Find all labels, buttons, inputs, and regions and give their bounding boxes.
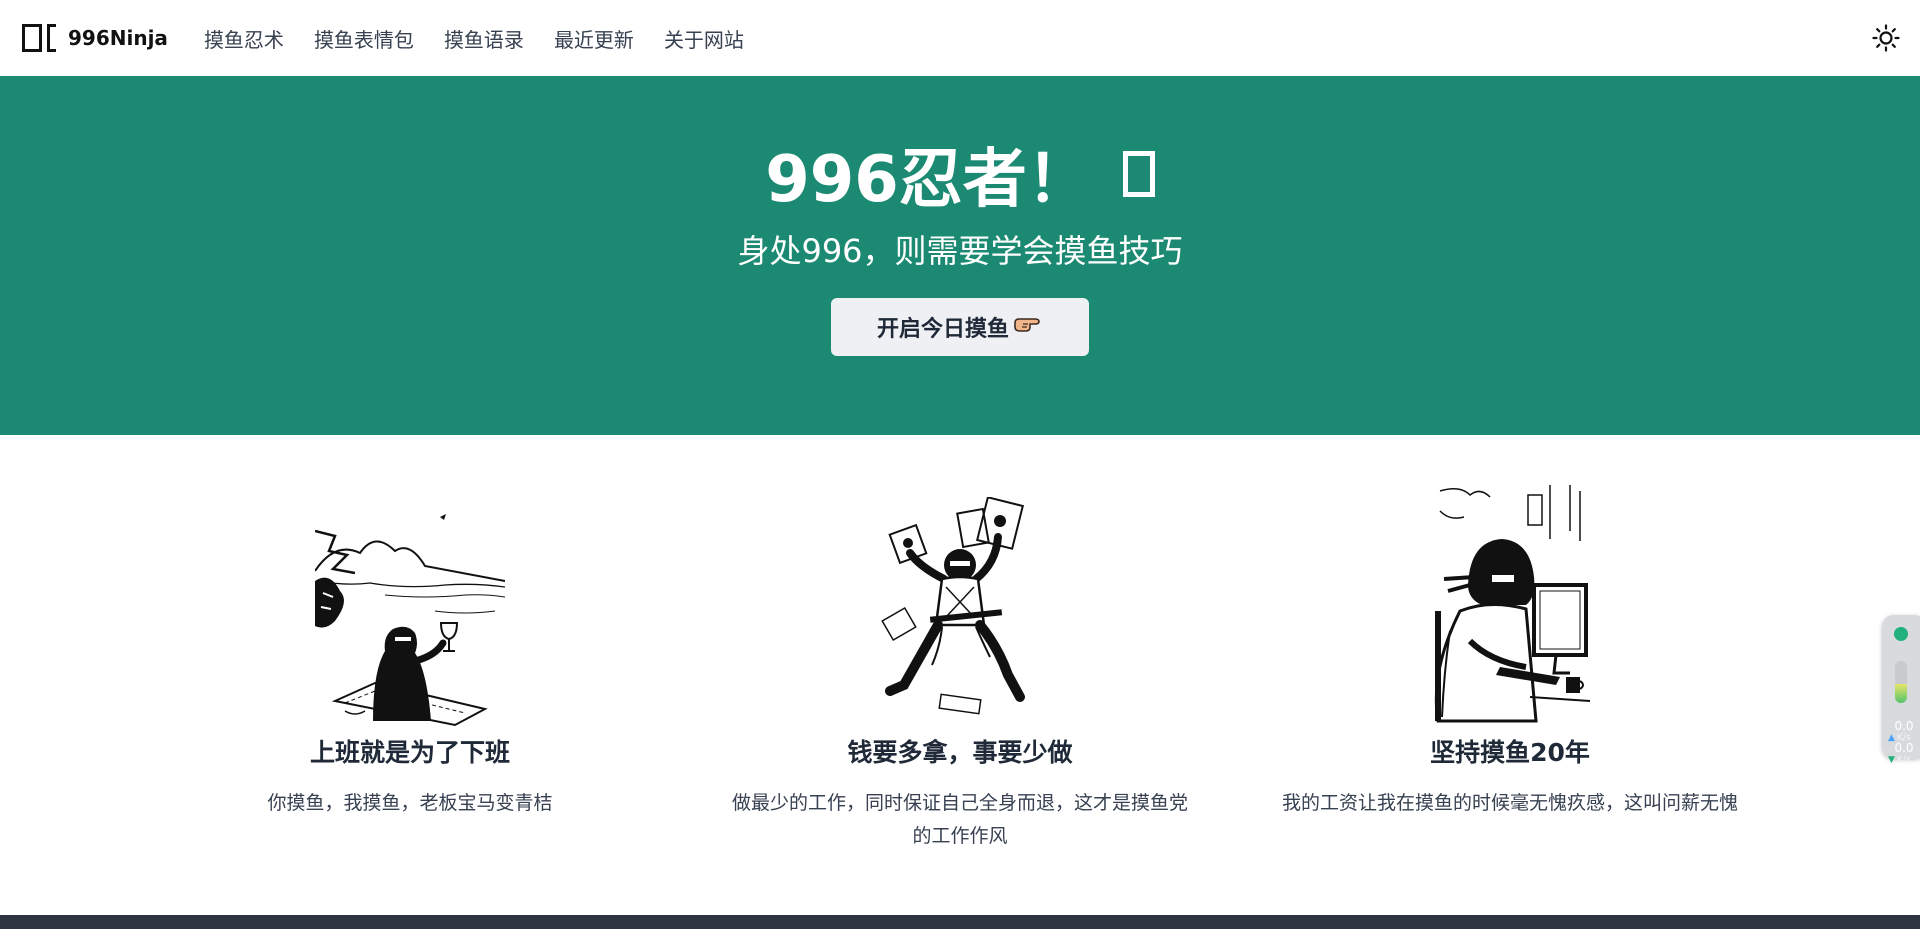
memory-usage-bar (1895, 661, 1907, 703)
top-navbar: 996Ninja 摸鱼忍术 摸鱼表情包 摸鱼语录 最近更新 关于网站 (0, 0, 1920, 76)
hero-title: 996忍者！ (0, 128, 1920, 220)
ninja-money-illustration (880, 496, 1040, 731)
download-arrow-icon: ▼ (1888, 755, 1895, 765)
status-dot-icon (1894, 627, 1908, 641)
theme-toggle-button[interactable] (1870, 22, 1902, 54)
feature-title: 坚持摸鱼20年 (1430, 738, 1590, 767)
memory-usage-fill (1895, 684, 1907, 703)
features-section: 上班就是为了下班 你摸鱼，我摸鱼，老板宝马变青桔 钱要多拿，事要少做 做最少的工… (0, 435, 1920, 915)
nav-link-memes[interactable]: 摸鱼表情包 (314, 24, 414, 53)
download-speed-unit: ▼ K/s (1888, 755, 1920, 765)
download-unit-label: K/s (1896, 755, 1911, 765)
hero-section: 996忍者！ 身处996，则需要学会摸鱼技巧 开启今日摸鱼 (0, 76, 1920, 435)
feature-description: 你摸鱼，我摸鱼，老板宝马变青桔 (267, 792, 553, 814)
logo-link[interactable]: 996Ninja (22, 24, 168, 52)
sun-icon (1872, 24, 1900, 52)
feature-title: 上班就是为了下班 (309, 738, 510, 767)
nav-link-ninja-skills[interactable]: 摸鱼忍术 (204, 24, 284, 53)
start-slacking-button[interactable]: 开启今日摸鱼 (831, 298, 1089, 356)
upload-speed-value: 0.0 (1894, 719, 1914, 733)
start-slacking-label: 开启今日摸鱼 (876, 317, 1009, 342)
missing-emoji-icon (1122, 151, 1155, 197)
pointing-hand-icon (1013, 312, 1043, 342)
nav-link-quotes[interactable]: 摸鱼语录 (444, 24, 524, 53)
nav-link-recent-updates[interactable]: 最近更新 (554, 24, 634, 53)
footer-bar (0, 915, 1920, 929)
feature-description: 我的工资让我在摸鱼的时候毫无愧疚感，这叫问薪无愧 (1281, 792, 1738, 814)
nav-link-about[interactable]: 关于网站 (664, 24, 744, 53)
network-speed-widget[interactable]: 0.0 ▲ K/s 0.0 ▼ K/s (1882, 615, 1920, 765)
download-speed-value: 0.0 (1894, 741, 1914, 755)
hero-title-text: 996忍者！ (765, 143, 1091, 217)
logo-icon (22, 24, 56, 52)
hero-subtitle: 身处996，则需要学会摸鱼技巧 (737, 232, 1183, 270)
main-nav: 摸鱼忍术 摸鱼表情包 摸鱼语录 最近更新 关于网站 (204, 24, 774, 53)
feature-title: 钱要多拿，事要少做 (847, 738, 1073, 767)
feature-description: 做最少的工作，同时保证自己全身而退，这才是摸鱼党的工作作风 (731, 792, 1188, 847)
ninja-beach-illustration (314, 511, 506, 733)
ninja-computer-illustration (1430, 481, 1591, 733)
brand-name: 996Ninja (68, 26, 168, 50)
